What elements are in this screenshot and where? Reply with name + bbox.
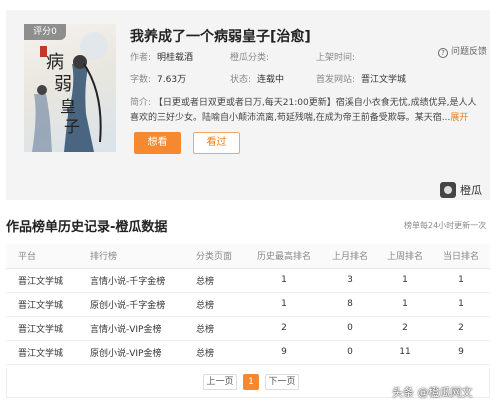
- next-page-button[interactable]: 下一页: [265, 374, 299, 390]
- cell-last-month: 0: [322, 316, 378, 341]
- cell-last-month: 8: [322, 292, 378, 317]
- table-row: 晋江文学城 原创小说-千字金榜 总榜 1 8 1 1: [6, 292, 490, 317]
- meta-author: 作者: 明桂载酒: [130, 50, 193, 63]
- ranking-history-table: 平台 排行榜 分类页面 历史最高排名 上月排名 上周排名 当日排名 晋江文学城 …: [6, 244, 490, 365]
- author-label: 作者:: [130, 53, 152, 63]
- cell-category-page: 总榜: [184, 316, 246, 341]
- cell-today: 1: [432, 268, 490, 293]
- cell-last-month: 0: [322, 340, 378, 365]
- cell-today: 2: [432, 316, 490, 341]
- page-1-button[interactable]: 1: [243, 374, 259, 390]
- book-title[interactable]: 我养成了一个病弱皇子[治愈]: [130, 26, 311, 46]
- cell-ranking-list[interactable]: 言情小说-VIP金榜: [78, 316, 184, 341]
- update-note: 榜单每24小时更新一次: [404, 221, 487, 230]
- col-last-week: 上周排名: [378, 244, 432, 269]
- book-intro: 简介: 【日更或者日双更或者日万,每天21:00更新】宿溪自小衣食无忧,成绩优异…: [130, 96, 482, 126]
- cell-platform: 晋江文学城: [6, 316, 78, 341]
- author-value[interactable]: 明桂载酒: [157, 53, 193, 63]
- col-today: 当日排名: [432, 244, 490, 269]
- meta-category: 橙瓜分类:: [230, 50, 275, 63]
- cell-platform: 晋江文学城: [6, 340, 78, 365]
- intro-text: 【日更或者日双更或者日万,每天21:00更新】宿溪自小衣食无忧,成绩优异,是人人…: [130, 98, 477, 123]
- cell-ranking-list[interactable]: 原创小说-VIP金榜: [78, 340, 184, 365]
- svg-text:弱: 弱: [54, 74, 72, 95]
- cell-best-rank: 1: [246, 268, 322, 293]
- meta-status: 状态: 连载中: [230, 72, 284, 85]
- table-row: 晋江文学城 言情小说-千字金榜 总榜 1 3 1 1: [6, 268, 490, 293]
- site-label: 首发网站:: [316, 75, 356, 85]
- svg-text:子: 子: [64, 117, 80, 136]
- meta-site: 首发网站: 晋江文学城: [316, 72, 406, 85]
- word-count-label: 字数:: [130, 75, 152, 85]
- cell-best-rank: 1: [246, 292, 322, 317]
- svg-text:皇: 皇: [60, 97, 76, 116]
- intro-expand-link[interactable]: 展开: [450, 113, 468, 123]
- cell-category-page: 总榜: [184, 292, 246, 317]
- watermark: 头条 @橙瓜网文: [392, 386, 473, 399]
- cell-today: 9: [432, 340, 490, 365]
- have-read-button[interactable]: 看过: [193, 132, 240, 154]
- cover-illustration: 病 弱 皇 子: [32, 32, 108, 152]
- word-count-value: 7.63万: [157, 75, 187, 85]
- brand-name: 橙瓜: [460, 184, 482, 197]
- cell-best-rank: 9: [246, 340, 322, 365]
- cell-ranking-list[interactable]: 原创小说-千字金榜: [78, 292, 184, 317]
- cell-best-rank: 2: [246, 316, 322, 341]
- cell-category-page: 总榜: [184, 340, 246, 365]
- col-category-page: 分类页面: [184, 244, 246, 269]
- cell-last-month: 3: [322, 268, 378, 293]
- col-last-month: 上月排名: [322, 244, 378, 269]
- shelf-time-label: 上架时间:: [316, 53, 356, 63]
- status-value: 连载中: [257, 75, 285, 85]
- question-icon: ?: [438, 48, 448, 58]
- table-header-row: 平台 排行榜 分类页面 历史最高排名 上月排名 上周排名 当日排名: [6, 244, 490, 269]
- section-title: 作品榜单历史记录-橙瓜数据: [6, 220, 168, 235]
- table-row: 晋江文学城 言情小说-VIP金榜 总榜 2 0 2 2: [6, 316, 490, 341]
- intro-label: 简介:: [130, 98, 152, 108]
- cell-last-week: 2: [378, 316, 432, 341]
- cell-platform: 晋江文学城: [6, 292, 78, 317]
- feedback-label: 问题反馈: [451, 47, 488, 57]
- book-info-card: 病 弱 皇 子 评分0 我养成了一个病弱皇子[治愈] ? 问题反馈 作者: 明桂载酒…: [6, 10, 490, 200]
- cell-category-page: 总榜: [184, 268, 246, 293]
- cell-ranking-list[interactable]: 言情小说-千字金榜: [78, 268, 184, 293]
- meta-word-count: 字数: 7.63万: [130, 72, 186, 85]
- want-to-read-button[interactable]: 想看: [134, 132, 181, 154]
- book-cover-image[interactable]: 病 弱 皇 子 评分0: [24, 24, 116, 152]
- col-best-rank: 历史最高排名: [246, 244, 322, 269]
- rating-badge: 评分0: [24, 24, 66, 40]
- cell-last-week: 1: [378, 268, 432, 293]
- cover-calligraphy: 病: [46, 52, 64, 73]
- status-label: 状态:: [230, 75, 252, 85]
- chenggua-logo-icon: [440, 182, 456, 198]
- col-ranking-list: 排行榜: [78, 244, 184, 269]
- category-label: 橙瓜分类:: [230, 53, 270, 63]
- site-value[interactable]: 晋江文学城: [361, 75, 406, 85]
- brand-logo: 橙瓜: [440, 182, 482, 198]
- col-platform: 平台: [6, 244, 78, 269]
- cell-last-week: 1: [378, 292, 432, 317]
- table-row: 晋江文学城 原创小说-VIP金榜 总榜 9 0 11 9: [6, 340, 490, 365]
- feedback-link[interactable]: ? 问题反馈: [438, 44, 487, 58]
- cell-platform: 晋江文学城: [6, 268, 78, 293]
- prev-page-button[interactable]: 上一页: [203, 374, 237, 390]
- cell-today: 1: [432, 292, 490, 317]
- meta-shelf-time: 上架时间:: [316, 50, 361, 63]
- cell-last-week: 11: [378, 340, 432, 365]
